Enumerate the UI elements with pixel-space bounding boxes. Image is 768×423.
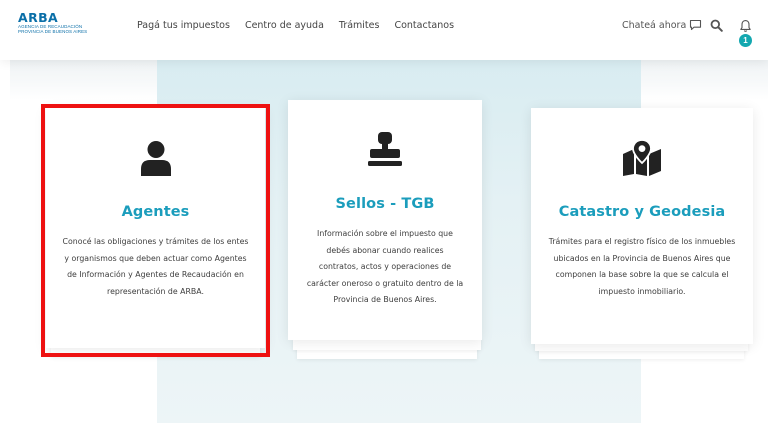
logo-subtitle-2: PROVINCIA DE BUENOS AIRES bbox=[18, 29, 88, 34]
chat-label: Chateá ahora bbox=[622, 19, 687, 31]
search-icon[interactable] bbox=[710, 19, 723, 32]
card-catastro-geodesia[interactable]: Catastro y Geodesia Trámites para el reg… bbox=[531, 108, 753, 344]
nav-tramites[interactable]: Trámites bbox=[339, 20, 380, 31]
card-description: Información sobre el impuesto que debés … bbox=[306, 229, 464, 304]
notification-badge: 1 bbox=[739, 34, 752, 47]
nav-contactanos[interactable]: Contactanos bbox=[394, 20, 454, 31]
card-sellos-tgb[interactable]: Sellos - TGB Información sobre el impues… bbox=[288, 100, 482, 340]
card-title: Agentes bbox=[121, 204, 190, 220]
arba-logo[interactable]: ARBA AGENCIA DE RECAUDACIÓN PROVINCIA DE… bbox=[18, 11, 87, 34]
nav-centro-de-ayuda[interactable]: Centro de ayuda bbox=[245, 20, 324, 31]
card-agentes[interactable]: Agentes Conocé las obligaciones y trámit… bbox=[46, 108, 265, 348]
stamp-icon bbox=[368, 132, 402, 166]
user-icon bbox=[140, 141, 171, 176]
card-description: Trámites para el registro físico de los … bbox=[548, 237, 736, 296]
card-title: Catastro y Geodesia bbox=[558, 204, 726, 220]
card-title: Sellos - TGB bbox=[335, 196, 435, 212]
chat-button[interactable]: Chateá ahora bbox=[622, 19, 702, 31]
card-description: Conocé las obligaciones y trámites de lo… bbox=[62, 237, 249, 296]
top-header: ARBA AGENCIA DE RECAUDACIÓN PROVINCIA DE… bbox=[0, 0, 768, 60]
chat-bubble-icon bbox=[690, 19, 702, 31]
bell-icon[interactable] bbox=[739, 19, 752, 34]
nav-paga-tus-impuestos[interactable]: Pagá tus impuestos bbox=[137, 20, 230, 31]
main-nav: Pagá tus impuestos Centro de ayuda Trámi… bbox=[137, 20, 469, 31]
logo-title: ARBA bbox=[18, 10, 59, 25]
map-location-icon bbox=[623, 140, 661, 176]
